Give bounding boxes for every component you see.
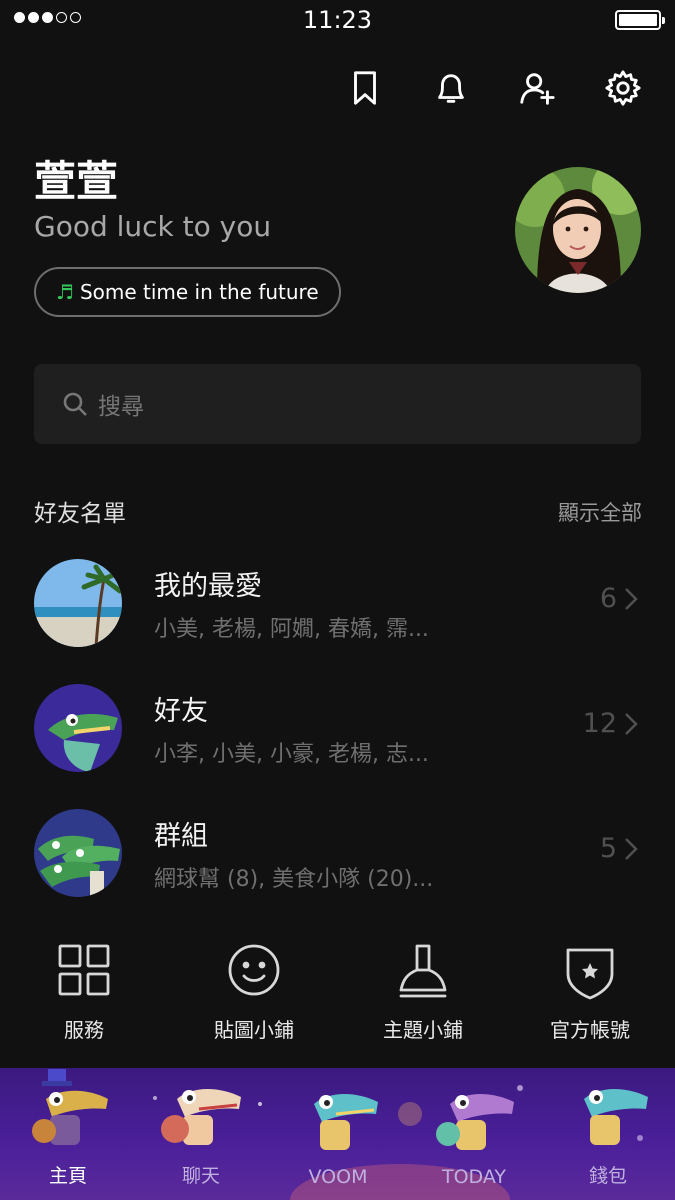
- status-time: 11:23: [302, 6, 373, 34]
- group-count: 12: [583, 708, 639, 739]
- wallet-mascot-icon: [584, 1089, 648, 1145]
- profile-name[interactable]: 萱萱: [34, 148, 118, 209]
- chats-mascot-icon: [161, 1089, 241, 1145]
- status-message[interactable]: Good luck to you: [34, 210, 271, 243]
- tab-home[interactable]: 主頁: [18, 1069, 118, 1188]
- friends-section-title: 好友名單: [34, 501, 126, 527]
- today-mascot-icon: [436, 1094, 514, 1150]
- tab-today[interactable]: TODAY: [424, 1074, 524, 1188]
- group-count-value: 5: [599, 833, 617, 864]
- service-item[interactable]: 官方帳號: [520, 940, 660, 1043]
- add-friend-icon[interactable]: [515, 66, 559, 110]
- search-icon: [63, 392, 87, 416]
- music-note-icon: ♬: [56, 280, 74, 304]
- list-item[interactable]: 好友 小李, 小美, 小豪, 老楊, 志... 12: [0, 684, 675, 794]
- tab-label: VOOM: [308, 1166, 368, 1188]
- smiley-icon: [228, 944, 280, 996]
- list-item[interactable]: 我的最愛 小美, 老楊, 阿嫺, 春嬌, 霈... 6: [0, 559, 675, 669]
- status-bar: 11:23: [0, 0, 675, 40]
- chevron-right-icon: [625, 587, 638, 610]
- search-placeholder: 搜尋: [98, 394, 144, 420]
- list-item[interactable]: 群組 網球幫 (8), 美食小隊 (20)... 5: [0, 809, 675, 919]
- group-members: 網球幫 (8), 美食小隊 (20)...: [154, 867, 434, 892]
- home-mascot-icon: [32, 1069, 108, 1145]
- voom-mascot-icon: [314, 1094, 378, 1150]
- service-label: 貼圖小鋪: [214, 1018, 294, 1042]
- bell-icon[interactable]: [429, 66, 473, 110]
- group-count-value: 12: [582, 708, 617, 739]
- service-item[interactable]: 貼圖小鋪: [184, 940, 324, 1043]
- brush-icon: [399, 944, 447, 998]
- tab-label: 錢包: [588, 1165, 627, 1187]
- battery-icon: [615, 10, 665, 30]
- services-row: 服務 貼圖小鋪 主題小鋪 官方帳號: [0, 940, 675, 1060]
- service-label: 主題小鋪: [383, 1018, 463, 1042]
- search-input[interactable]: 搜尋: [34, 364, 641, 444]
- service-item[interactable]: 服務: [14, 940, 154, 1043]
- tab-wallet[interactable]: 錢包: [558, 1069, 658, 1188]
- group-members: 小李, 小美, 小豪, 老楊, 志...: [154, 742, 429, 767]
- friends-thumbnail: [34, 684, 122, 772]
- group-count: 5: [600, 833, 639, 864]
- tab-chats[interactable]: 聊天: [151, 1069, 251, 1188]
- service-label: 服務: [64, 1018, 104, 1042]
- service-label: 官方帳號: [550, 1018, 630, 1042]
- tab-label: 聊天: [181, 1165, 220, 1187]
- tab-voom[interactable]: VOOM: [288, 1074, 388, 1188]
- grid-icon: [58, 944, 110, 996]
- show-all-link[interactable]: 顯示全部: [558, 497, 642, 527]
- header-actions: [343, 66, 645, 110]
- group-title: 群組: [154, 821, 208, 852]
- tab-bar: 主頁 聊天 VOOM TODAY 錢包: [0, 1068, 675, 1200]
- tab-label: 主頁: [48, 1165, 87, 1187]
- group-count: 6: [600, 583, 639, 614]
- favorites-thumbnail: [34, 559, 122, 647]
- group-members: 小美, 老楊, 阿嫺, 春嬌, 霈...: [154, 617, 429, 642]
- chevron-right-icon: [625, 712, 638, 735]
- profile-music-title: Some time in the future: [79, 280, 319, 304]
- shield-star-icon: [566, 948, 614, 1000]
- groups-thumbnail: [34, 809, 122, 897]
- group-title: 我的最愛: [154, 571, 262, 602]
- bookmark-icon[interactable]: [343, 66, 387, 110]
- group-count-value: 6: [599, 583, 617, 614]
- avatar[interactable]: [515, 167, 641, 293]
- gear-icon[interactable]: [601, 66, 645, 110]
- service-item[interactable]: 主題小鋪: [353, 940, 493, 1043]
- chevron-right-icon: [625, 837, 638, 860]
- profile-music-button[interactable]: ♬ Some time in the future: [34, 267, 341, 317]
- group-title: 好友: [154, 696, 208, 727]
- tab-label: TODAY: [442, 1166, 506, 1188]
